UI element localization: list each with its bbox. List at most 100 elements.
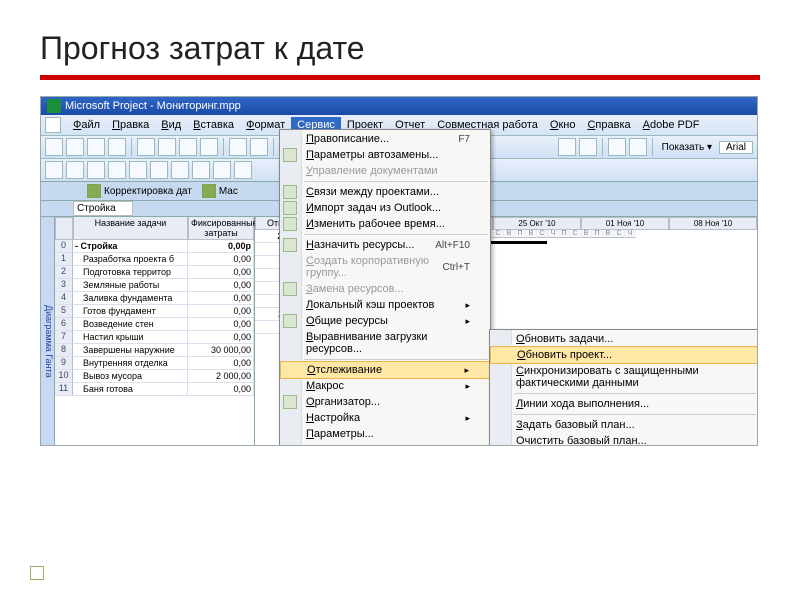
menu-item[interactable]: Обновить проект... bbox=[490, 346, 758, 364]
view-bar[interactable]: Диаграмма Ганта bbox=[41, 217, 55, 446]
table-row[interactable]: 4Заливка фундамента0,00 bbox=[55, 292, 254, 305]
menu-окно[interactable]: Окно bbox=[544, 117, 582, 133]
menu-item[interactable]: Макрос▸ bbox=[280, 378, 490, 394]
task-name-cell[interactable]: Вывоз мусора bbox=[73, 370, 188, 383]
menu-item[interactable]: Правописание...F7 bbox=[280, 131, 490, 147]
btn-wizard[interactable]: Мас bbox=[202, 184, 238, 198]
fixed-cost-cell[interactable]: 0,00 bbox=[188, 383, 254, 396]
fixed-cost-cell[interactable]: 0,00 bbox=[188, 305, 254, 318]
menu-item[interactable]: Обновить задачи... bbox=[490, 331, 758, 347]
toolbar-btn[interactable] bbox=[234, 161, 252, 179]
menu-item[interactable]: Параметры... bbox=[280, 426, 490, 442]
menu-item[interactable]: Импорт задач из Outlook... bbox=[280, 200, 490, 216]
toolbar-btn[interactable] bbox=[87, 138, 105, 156]
fixed-cost-cell[interactable]: 0,00 bbox=[188, 318, 254, 331]
fixed-cost-cell[interactable]: 0,00 bbox=[188, 357, 254, 370]
table-row[interactable]: 11Баня готова0,00 bbox=[55, 383, 254, 396]
toolbar-btn[interactable] bbox=[171, 161, 189, 179]
fixed-cost-cell[interactable]: 0,00р bbox=[188, 240, 254, 253]
task-grid: Название задачи Фиксированные затраты 0-… bbox=[55, 217, 255, 446]
task-name-cell[interactable]: Настил крыши bbox=[73, 331, 188, 344]
table-row[interactable]: 10Вывоз мусора2 000,00 bbox=[55, 370, 254, 383]
toolbar-btn[interactable] bbox=[213, 161, 231, 179]
row-index: 7 bbox=[55, 331, 73, 344]
toolbar-btn[interactable] bbox=[66, 138, 84, 156]
menu-adobe pdf[interactable]: Adobe PDF bbox=[637, 117, 706, 133]
col-header-fixed[interactable]: Фиксированные затраты bbox=[188, 217, 254, 240]
toolbar-btn[interactable] bbox=[229, 138, 247, 156]
active-cell-editor[interactable]: Стройка bbox=[73, 201, 133, 216]
toolbar-btn[interactable] bbox=[129, 161, 147, 179]
table-row[interactable]: 1Разработка проекта б0,00 bbox=[55, 253, 254, 266]
menu-item[interactable]: Настройка▸ bbox=[280, 410, 490, 426]
menu-справка[interactable]: Справка bbox=[581, 117, 636, 133]
toolbar-btn[interactable] bbox=[558, 138, 576, 156]
task-name-cell[interactable]: - Стройка bbox=[73, 240, 188, 253]
table-row[interactable]: 5Готов фундамент0,00 bbox=[55, 305, 254, 318]
menu-item[interactable]: Выравнивание загрузки ресурсов... bbox=[280, 329, 490, 357]
btn-adjust-dates[interactable]: Корректировка дат bbox=[87, 184, 192, 198]
toolbar-btn[interactable] bbox=[87, 161, 105, 179]
toolbar-btn[interactable] bbox=[179, 138, 197, 156]
task-name-cell[interactable]: Баня готова bbox=[73, 383, 188, 396]
toolbar-btn[interactable] bbox=[608, 138, 626, 156]
toolbar-btn[interactable] bbox=[250, 138, 268, 156]
menu-sep bbox=[514, 393, 756, 394]
fixed-cost-cell[interactable]: 0,00 bbox=[188, 331, 254, 344]
menu-правка[interactable]: Правка bbox=[106, 117, 155, 133]
task-name-cell[interactable]: Возведение стен bbox=[73, 318, 188, 331]
table-row[interactable]: 0- Стройка0,00р bbox=[55, 240, 254, 253]
menu-item[interactable]: Изменить рабочее время... bbox=[280, 216, 490, 232]
menu-item[interactable]: Параметры автозамены... bbox=[280, 147, 490, 163]
fixed-cost-cell[interactable]: 30 000,00 bbox=[188, 344, 254, 357]
menu-вставка[interactable]: Вставка bbox=[187, 117, 240, 133]
task-name-cell[interactable]: Готов фундамент bbox=[73, 305, 188, 318]
table-row[interactable]: 7Настил крыши0,00 bbox=[55, 331, 254, 344]
timescale-day: П bbox=[592, 230, 603, 238]
toolbar-btn[interactable] bbox=[66, 161, 84, 179]
toolbar-btn[interactable] bbox=[579, 138, 597, 156]
toolbar-btn[interactable] bbox=[108, 161, 126, 179]
menu-item[interactable]: Связи между проектами... bbox=[280, 184, 490, 200]
fixed-cost-cell[interactable]: 0,00 bbox=[188, 253, 254, 266]
menu-item[interactable]: Линии хода выполнения... bbox=[490, 396, 758, 412]
toolbar-btn[interactable] bbox=[192, 161, 210, 179]
menu-item[interactable]: Локальный кэш проектов▸ bbox=[280, 297, 490, 313]
table-row[interactable]: 9Внутренняя отделка0,00 bbox=[55, 357, 254, 370]
fixed-cost-cell[interactable]: 0,00 bbox=[188, 292, 254, 305]
table-row[interactable]: 8Завершены наружние30 000,00 bbox=[55, 344, 254, 357]
toolbar-btn[interactable] bbox=[108, 138, 126, 156]
menu-item[interactable]: Организатор... bbox=[280, 394, 490, 410]
menu-item[interactable]: Задать базовый план... bbox=[490, 417, 758, 433]
task-name-cell[interactable]: Земляные работы bbox=[73, 279, 188, 292]
toolbar-btn[interactable] bbox=[200, 138, 218, 156]
col-header-name[interactable]: Название задачи bbox=[73, 217, 188, 240]
task-name-cell[interactable]: Подготовка территор bbox=[73, 266, 188, 279]
table-row[interactable]: 3Земляные работы0,00 bbox=[55, 279, 254, 292]
toolbar-btn[interactable] bbox=[45, 138, 63, 156]
table-row[interactable]: 2Подготовка территор0,00 bbox=[55, 266, 254, 279]
menu-item[interactable]: Отслеживание▸ bbox=[280, 361, 490, 379]
menu-файл[interactable]: Файл bbox=[67, 117, 106, 133]
show-dropdown[interactable]: Показать ▾ bbox=[658, 142, 716, 153]
menu-вид[interactable]: Вид bbox=[155, 117, 187, 133]
toolbar-btn[interactable] bbox=[158, 138, 176, 156]
toolbar-btn[interactable] bbox=[137, 138, 155, 156]
task-name-cell[interactable]: Разработка проекта б bbox=[73, 253, 188, 266]
fixed-cost-cell[interactable]: 0,00 bbox=[188, 279, 254, 292]
toolbar-btn[interactable] bbox=[150, 161, 168, 179]
font-dropdown[interactable]: Arial bbox=[719, 141, 753, 154]
menu-item[interactable]: Назначить ресурсы...Alt+F10 bbox=[280, 237, 490, 253]
menu-item[interactable]: Общие ресурсы▸ bbox=[280, 313, 490, 329]
toolbar-btn[interactable] bbox=[629, 138, 647, 156]
task-name-cell[interactable]: Завершены наружние bbox=[73, 344, 188, 357]
fixed-cost-cell[interactable]: 0,00 bbox=[188, 266, 254, 279]
col-header-index[interactable] bbox=[55, 217, 73, 240]
app-window: Microsoft Project - Мониторинг.mpp ФайлП… bbox=[40, 96, 758, 446]
toolbar-btn[interactable] bbox=[45, 161, 63, 179]
table-row[interactable]: 6Возведение стен0,00 bbox=[55, 318, 254, 331]
task-name-cell[interactable]: Внутренняя отделка bbox=[73, 357, 188, 370]
task-name-cell[interactable]: Заливка фундамента bbox=[73, 292, 188, 305]
fixed-cost-cell[interactable]: 2 000,00 bbox=[188, 370, 254, 383]
menu-item[interactable]: Очистить базовый план... bbox=[490, 433, 758, 446]
